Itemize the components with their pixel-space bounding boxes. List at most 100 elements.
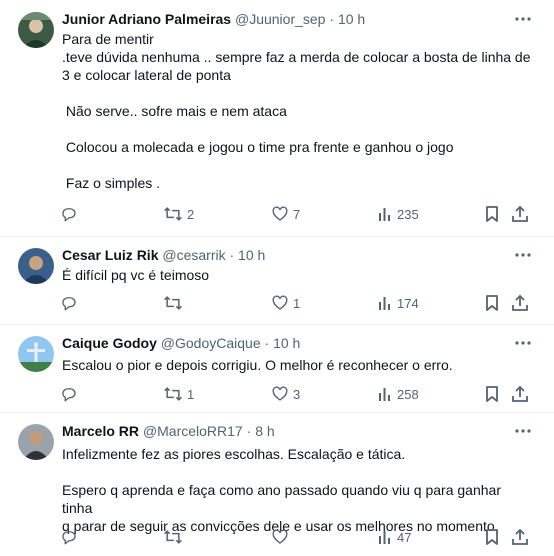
like-button[interactable] bbox=[271, 527, 293, 547]
tweet-header: Caique Godoy @GodoyCaique · 10 h bbox=[62, 334, 514, 352]
reply-icon bbox=[60, 294, 78, 312]
tweet-line bbox=[62, 463, 532, 481]
retweet-button[interactable] bbox=[163, 527, 187, 547]
views-icon bbox=[377, 206, 393, 222]
reply-icon bbox=[60, 385, 78, 403]
views-button[interactable]: 258 bbox=[377, 384, 419, 404]
avatar[interactable] bbox=[18, 336, 54, 372]
like-button[interactable]: 3 bbox=[271, 384, 300, 404]
separator: · bbox=[229, 247, 235, 263]
retweet-count: 1 bbox=[187, 386, 195, 402]
reply-button[interactable] bbox=[60, 384, 82, 404]
views-icon bbox=[377, 295, 393, 311]
tweet-text: Escalou o pior e depois corrigiu. O melh… bbox=[62, 356, 532, 374]
share-icon bbox=[511, 205, 529, 223]
share-icon bbox=[511, 294, 529, 312]
share-icon bbox=[511, 528, 529, 546]
like-icon bbox=[271, 294, 289, 312]
user-handle[interactable]: @Juunior_sep bbox=[235, 11, 326, 27]
reply-button[interactable] bbox=[60, 204, 82, 224]
bookmark-icon bbox=[484, 205, 500, 223]
views-button[interactable]: 47 bbox=[377, 527, 411, 547]
views-icon bbox=[377, 386, 393, 402]
tweet-text: Infelizmente fez as piores escolhas. Esc… bbox=[62, 445, 532, 535]
share-icon bbox=[511, 385, 529, 403]
views-button[interactable]: 235 bbox=[377, 204, 419, 224]
more-icon[interactable] bbox=[514, 334, 532, 352]
tweet-text: Para de mentir .teve dúvida nenhuma .. s… bbox=[62, 30, 532, 192]
user-handle[interactable]: @GodoyCaique bbox=[161, 335, 261, 351]
like-count: 1 bbox=[293, 295, 301, 311]
action-bar: 2 7 235 bbox=[0, 204, 554, 224]
like-icon bbox=[271, 385, 289, 403]
avatar[interactable] bbox=[18, 424, 54, 460]
bookmark-icon bbox=[484, 294, 500, 312]
reply-button[interactable] bbox=[60, 527, 82, 547]
share-button[interactable] bbox=[511, 293, 529, 313]
tweet-line: Espero q aprenda e faça como ano passado… bbox=[62, 482, 501, 516]
tweet[interactable]: Junior Adriano Palmeiras @Juunior_sep · … bbox=[0, 0, 554, 237]
timestamp[interactable]: 10 h bbox=[238, 247, 265, 263]
tweet-text: É difícil pq vc é teimoso bbox=[62, 266, 532, 284]
avatar[interactable] bbox=[18, 12, 54, 48]
share-button[interactable] bbox=[511, 204, 529, 224]
retweet-button[interactable] bbox=[163, 293, 187, 313]
display-name[interactable]: Marcelo RR bbox=[62, 423, 139, 439]
tweet-line: Escalou o pior e depois corrigiu. O melh… bbox=[62, 357, 453, 373]
like-button[interactable]: 1 bbox=[271, 293, 300, 313]
reply-icon bbox=[60, 528, 78, 546]
retweet-button[interactable]: 2 bbox=[163, 204, 194, 224]
tweet-line bbox=[62, 120, 532, 138]
retweet-button[interactable]: 1 bbox=[163, 384, 194, 404]
tweet-line: Infelizmente fez as piores escolhas. Esc… bbox=[62, 446, 406, 462]
tweet-line: É difícil pq vc é teimoso bbox=[62, 267, 210, 283]
retweet-icon bbox=[163, 385, 183, 403]
retweet-icon bbox=[163, 528, 183, 546]
share-button[interactable] bbox=[511, 527, 529, 547]
bookmark-icon bbox=[484, 385, 500, 403]
tweet[interactable]: Cesar Luiz Rik @cesarrik · 10 h É difíci… bbox=[0, 236, 554, 325]
retweet-icon bbox=[163, 205, 183, 223]
tweet-header: Junior Adriano Palmeiras @Juunior_sep · … bbox=[62, 10, 514, 28]
more-icon[interactable] bbox=[514, 422, 532, 440]
user-handle[interactable]: @MarceloRR17 bbox=[143, 423, 243, 439]
display-name[interactable]: Cesar Luiz Rik bbox=[62, 247, 158, 263]
timestamp[interactable]: 8 h bbox=[255, 423, 274, 439]
views-icon bbox=[377, 529, 393, 545]
views-button[interactable]: 174 bbox=[377, 293, 419, 313]
reply-icon bbox=[60, 205, 78, 223]
like-count: 7 bbox=[293, 206, 301, 222]
avatar[interactable] bbox=[18, 248, 54, 284]
timestamp[interactable]: 10 h bbox=[273, 335, 300, 351]
tweet-line: Não serve.. sofre mais e nem ataca bbox=[62, 103, 287, 119]
more-icon[interactable] bbox=[514, 246, 532, 264]
tweet-line bbox=[62, 84, 532, 102]
bookmark-button[interactable] bbox=[484, 527, 500, 547]
user-handle[interactable]: @cesarrik bbox=[162, 247, 225, 263]
bookmark-button[interactable] bbox=[484, 384, 500, 404]
tweet[interactable]: Marcelo RR @MarceloRR17 · 8 h Infelizmen… bbox=[0, 412, 554, 556]
display-name[interactable]: Caique Godoy bbox=[62, 335, 157, 351]
like-button[interactable]: 7 bbox=[271, 204, 300, 224]
bookmark-icon bbox=[484, 528, 500, 546]
more-icon[interactable] bbox=[514, 10, 532, 28]
like-icon bbox=[271, 205, 289, 223]
tweet-line: .teve dúvida nenhuma .. sempre faz a mer… bbox=[62, 49, 531, 65]
action-bar: 1 174 bbox=[0, 293, 554, 313]
bookmark-button[interactable] bbox=[484, 293, 500, 313]
reply-button[interactable] bbox=[60, 293, 82, 313]
tweet-header: Cesar Luiz Rik @cesarrik · 10 h bbox=[62, 246, 514, 264]
retweet-icon bbox=[163, 294, 183, 312]
like-icon bbox=[271, 528, 289, 546]
action-bar: 47 bbox=[0, 527, 554, 547]
retweet-count: 2 bbox=[187, 206, 195, 222]
display-name[interactable]: Junior Adriano Palmeiras bbox=[62, 11, 231, 27]
share-button[interactable] bbox=[511, 384, 529, 404]
tweet-line: Para de mentir bbox=[62, 31, 154, 47]
tweet[interactable]: Caique Godoy @GodoyCaique · 10 h Escalou… bbox=[0, 324, 554, 413]
timestamp[interactable]: 10 h bbox=[338, 11, 365, 27]
bookmark-button[interactable] bbox=[484, 204, 500, 224]
action-bar: 1 3 258 bbox=[0, 384, 554, 404]
separator: · bbox=[264, 335, 270, 351]
views-count: 258 bbox=[397, 386, 419, 402]
